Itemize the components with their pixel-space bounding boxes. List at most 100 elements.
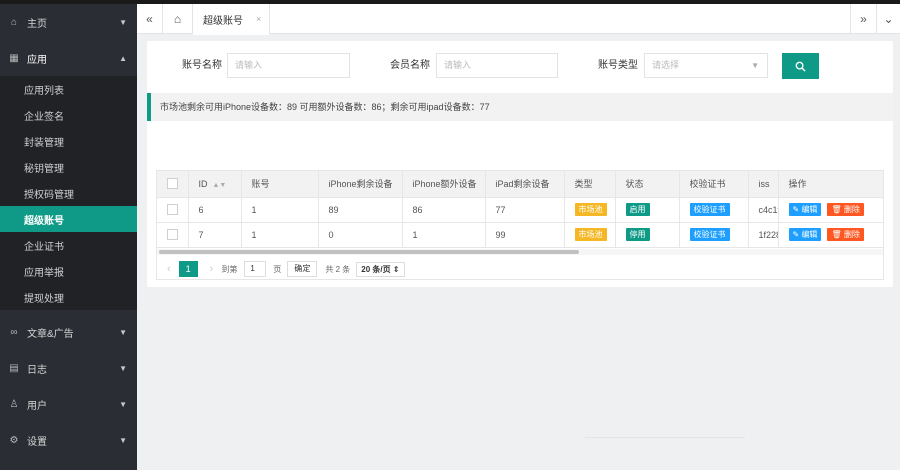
scroll-right-icon[interactable]: » bbox=[850, 4, 876, 34]
caret-down-icon: ▼ bbox=[119, 363, 127, 373]
sidebar-item-enterprise-cert[interactable]: 企业证书 bbox=[0, 232, 137, 258]
cell-id: 6 bbox=[188, 197, 242, 223]
tab-bar: « ⌂ 超级账号 × » ⌄ bbox=[137, 4, 900, 35]
tab-menu-icon[interactable]: ⌄ bbox=[876, 4, 900, 34]
sidebar-group-articles[interactable]: ∞ 文章&广告 ▼ bbox=[0, 314, 137, 350]
total-count: 共 2 条 bbox=[325, 264, 351, 274]
chevron-down-icon: ▼ bbox=[751, 61, 759, 70]
caret-down-icon: ▼ bbox=[119, 435, 127, 445]
sidebar-group-label: 用户 bbox=[27, 400, 47, 412]
page-unit-label: 页 bbox=[273, 264, 282, 274]
sidebar-group-label: 文章&广告 bbox=[27, 328, 74, 340]
home-tab-icon[interactable]: ⌂ bbox=[163, 4, 192, 34]
page-size-select[interactable]: 20 条/页 ⇕ bbox=[356, 261, 405, 277]
sidebar-item-app-list[interactable]: 应用列表 bbox=[0, 76, 137, 102]
table-scrollbar[interactable] bbox=[157, 249, 883, 255]
scroll-left-icon[interactable]: « bbox=[137, 4, 163, 34]
sidebar-group-users[interactable]: ♙ 用户 ▼ bbox=[0, 386, 137, 422]
prev-page-icon[interactable]: ‹ bbox=[167, 263, 171, 275]
caret-down-icon: ▼ bbox=[119, 399, 127, 409]
row-checkbox[interactable] bbox=[167, 204, 178, 216]
edit-button[interactable]: ✎ 编辑 bbox=[788, 228, 822, 241]
gear-icon: ⚙ bbox=[9, 434, 19, 446]
sidebar: ⌂ 主页 ▼ ▦ 应用 ▲ 应用列表 企业签名 封装管理 秘钥管理 授权码管理 … bbox=[0, 4, 137, 470]
link-icon: ∞ bbox=[10, 326, 18, 338]
header-type: 类型 bbox=[564, 171, 616, 198]
table-row: 7 1 0 1 99 市场池 停用 校验证书 1f228bc ✎ 编辑 🗑 删除 bbox=[157, 222, 883, 248]
member-name-label: 会员名称 bbox=[390, 60, 430, 71]
cell-iphone-left: 0 bbox=[318, 222, 403, 248]
sidebar-submenu: 应用列表 企业签名 封装管理 秘钥管理 授权码管理 超级账号 企业证书 应用举报… bbox=[0, 76, 137, 310]
cell-iphone-extra: 1 bbox=[402, 222, 486, 248]
confirm-page-button[interactable]: 确定 bbox=[287, 261, 318, 277]
caret-down-icon: ▼ bbox=[119, 327, 127, 337]
header-account: 账号 bbox=[241, 171, 319, 198]
home-icon: ⌂ bbox=[10, 16, 18, 28]
sidebar-item-enterprise-sign[interactable]: 企业签名 bbox=[0, 102, 137, 128]
caret-down-icon: ▼ bbox=[119, 17, 127, 27]
sidebar-group-label: 应用 bbox=[27, 54, 47, 66]
pencil-icon: ✎ bbox=[792, 230, 800, 239]
cell-iss: 1f228bc bbox=[748, 222, 779, 248]
header-ipad-left: iPad剩余设备 bbox=[485, 171, 565, 198]
sidebar-item-secret-key[interactable]: 秘钥管理 bbox=[0, 154, 137, 180]
sidebar-item-auth-code[interactable]: 授权码管理 bbox=[0, 180, 137, 206]
cell-iss: c4c1fca bbox=[748, 197, 779, 223]
sidebar-item-app-report[interactable]: 应用举报 bbox=[0, 258, 137, 284]
tab-label: 超级账号 bbox=[203, 15, 243, 27]
sidebar-group-home[interactable]: ⌂ 主页 ▼ bbox=[0, 4, 137, 40]
account-name-input[interactable]: 请输入 bbox=[227, 53, 350, 78]
type-badge: 市场池 bbox=[574, 203, 607, 216]
header-status: 状态 bbox=[615, 171, 680, 198]
select-all-cell[interactable] bbox=[157, 171, 189, 198]
close-icon[interactable]: × bbox=[256, 14, 261, 24]
divider bbox=[585, 437, 745, 438]
row-checkbox[interactable] bbox=[167, 229, 178, 241]
sidebar-item-super-account[interactable]: 超级账号 bbox=[0, 206, 137, 232]
header-actions: 操作 bbox=[778, 171, 883, 198]
trash-icon: 🗑 bbox=[831, 205, 842, 214]
table-row: 6 1 89 86 77 市场池 启用 校验证书 c4c1fca ✎ 编辑 🗑 … bbox=[157, 197, 883, 223]
member-name-input[interactable]: 请输入 bbox=[436, 53, 558, 78]
edit-button[interactable]: ✎ 编辑 bbox=[788, 203, 822, 216]
sort-icon[interactable]: ▲▼ bbox=[213, 182, 227, 189]
account-type-select[interactable]: 请选择 ▼ bbox=[644, 53, 768, 78]
sidebar-group-apps[interactable]: ▦ 应用 ▲ bbox=[0, 40, 137, 76]
cell-ipad-left: 99 bbox=[485, 222, 565, 248]
book-icon: ▤ bbox=[9, 362, 19, 374]
delete-button[interactable]: 🗑 删除 bbox=[827, 228, 864, 241]
notice-text: 市场池剩余可用iPhone设备数：89 可用额外设备数：86；剩余可用ipad设… bbox=[160, 102, 490, 112]
cell-account: 1 bbox=[241, 222, 319, 248]
account-name-label: 账号名称 bbox=[182, 60, 222, 71]
sidebar-group-label: 设置 bbox=[27, 436, 47, 448]
sidebar-group-settings[interactable]: ⚙ 设置 ▼ bbox=[0, 422, 137, 458]
search-button[interactable] bbox=[782, 53, 819, 79]
cell-iphone-left: 89 bbox=[318, 197, 403, 223]
sidebar-group-logs[interactable]: ▤ 日志 ▼ bbox=[0, 350, 137, 386]
accounts-table: ID ▲▼ 账号 iPhone剩余设备 iPhone额外设备 iPad剩余设备 类… bbox=[156, 170, 884, 280]
cell-iphone-extra: 86 bbox=[402, 197, 486, 223]
verify-cert-button[interactable]: 校验证书 bbox=[689, 203, 730, 216]
header-id[interactable]: ID ▲▼ bbox=[188, 171, 242, 198]
header-iphone-left: iPhone剩余设备 bbox=[318, 171, 403, 198]
tab-super-account[interactable]: 超级账号 × bbox=[192, 4, 270, 35]
table-header-row: ID ▲▼ 账号 iPhone剩余设备 iPhone额外设备 iPad剩余设备 类… bbox=[157, 171, 883, 198]
delete-button[interactable]: 🗑 删除 bbox=[827, 203, 864, 216]
sidebar-group-label: 主页 bbox=[27, 18, 47, 30]
sidebar-item-package[interactable]: 封装管理 bbox=[0, 128, 137, 154]
scrollbar-thumb[interactable] bbox=[159, 250, 579, 254]
device-notice: 市场池剩余可用iPhone设备数：89 可用额外设备数：86；剩余可用ipad设… bbox=[147, 93, 893, 121]
apps-icon: ▦ bbox=[9, 52, 19, 64]
header-cert: 校验证书 bbox=[679, 171, 749, 198]
goto-label: 到第 bbox=[221, 264, 238, 274]
select-all-checkbox[interactable] bbox=[167, 178, 178, 190]
verify-cert-button[interactable]: 校验证书 bbox=[689, 228, 730, 241]
sidebar-item-withdraw[interactable]: 提现处理 bbox=[0, 284, 137, 310]
sidebar-group-label: 日志 bbox=[27, 364, 47, 376]
next-page-icon[interactable]: › bbox=[210, 263, 214, 275]
pagination: ‹ 1 › 到第 1 页 确定 共 2 条 20 条/页 ⇕ bbox=[157, 257, 883, 279]
current-page[interactable]: 1 bbox=[178, 261, 198, 277]
search-form: 账号名称 请输入 会员名称 请输入 账号类型 请选择 ▼ bbox=[147, 53, 893, 79]
header-iss: iss bbox=[748, 171, 779, 198]
goto-page-input[interactable]: 1 bbox=[244, 261, 267, 277]
